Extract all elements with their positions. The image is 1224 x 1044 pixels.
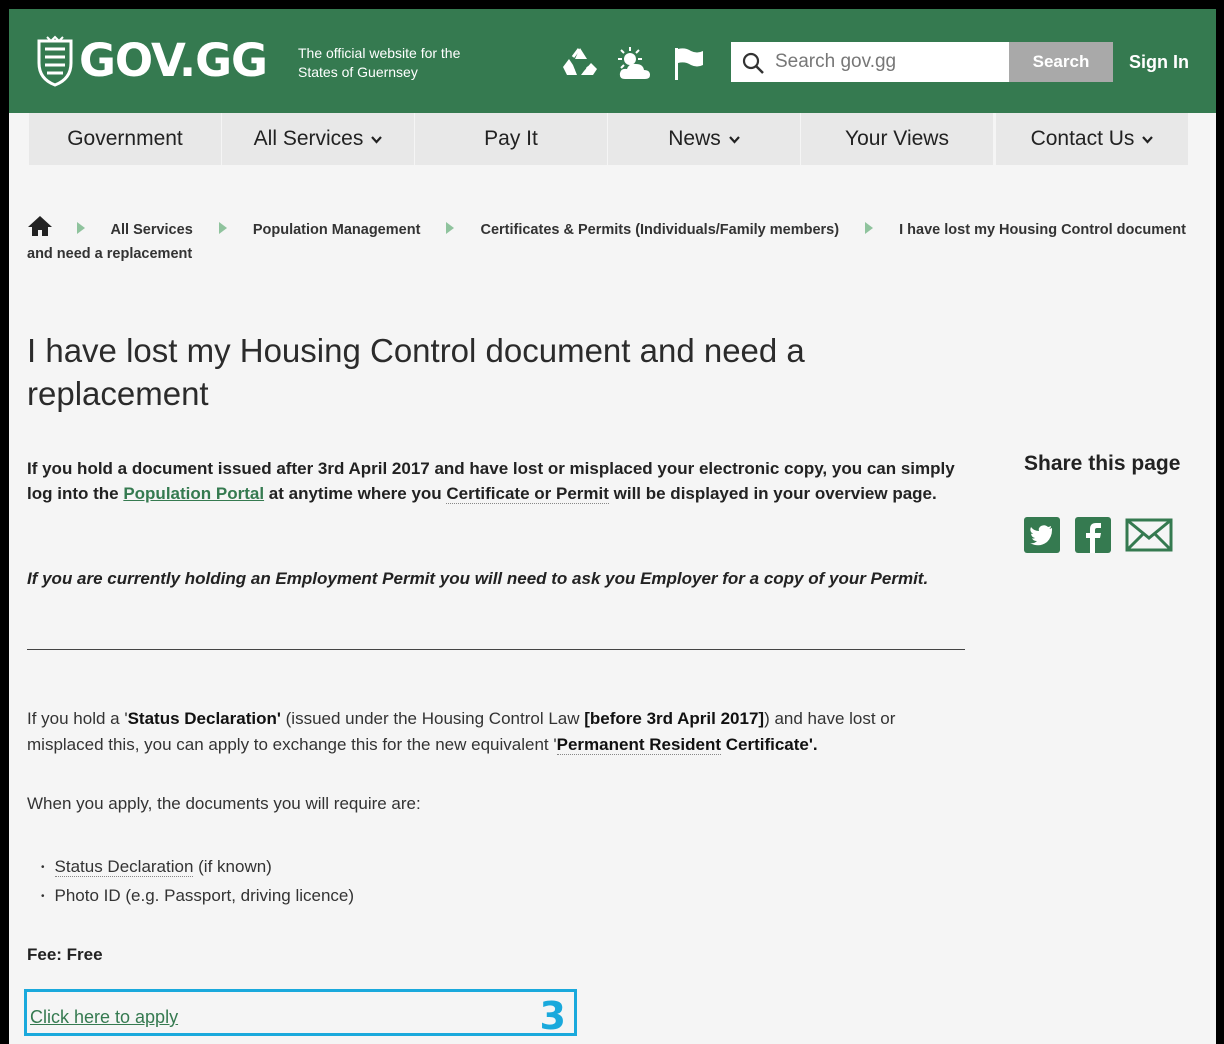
page-frame: GOV.GG The official website for the Stat…: [9, 9, 1216, 1044]
glossary-term[interactable]: Certificate or Permit: [446, 484, 609, 504]
nav-item-government[interactable]: Government: [29, 113, 221, 165]
main-nav: Government All Services Pay It News Your…: [9, 113, 1216, 165]
weather-icon[interactable]: [615, 45, 653, 81]
breadcrumb-separator: [77, 222, 86, 234]
nav-item-contact-us[interactable]: Contact Us: [996, 113, 1188, 165]
share-title: Share this page: [1024, 452, 1181, 475]
chevron-down-icon: [371, 135, 383, 144]
site-tagline: The official website for the States of G…: [298, 44, 460, 82]
status-declaration-paragraph: If you hold a 'Status Declaration' (issu…: [27, 706, 967, 758]
chevron-down-icon: [728, 135, 740, 144]
para-text: If you hold a ': [27, 709, 128, 728]
nav-label: News: [668, 127, 721, 150]
site-logo[interactable]: GOV.GG: [33, 34, 268, 87]
nav-item-news[interactable]: News: [608, 113, 800, 165]
intro-paragraph: If you hold a document issued after 3rd …: [27, 456, 967, 506]
annotation-number: 3: [539, 994, 566, 1038]
twitter-icon[interactable]: [1024, 517, 1060, 553]
para-bold: [before 3rd April 2017]: [584, 709, 765, 728]
tagline-line1: The official website for the: [298, 45, 461, 61]
chevron-down-icon: [1142, 135, 1154, 144]
glossary-term[interactable]: Status Declaration: [54, 857, 194, 877]
glossary-term[interactable]: Permanent Resident: [556, 735, 722, 755]
list-item: Photo ID (e.g. Passport, driving licence…: [27, 882, 355, 911]
list-item-text: (if known): [193, 857, 272, 876]
nav-label: Government: [67, 127, 183, 150]
fee-text: Fee: Free: [27, 945, 103, 964]
breadcrumb-separator: [446, 222, 455, 234]
breadcrumb: All Services Population Management Certi…: [27, 215, 1197, 266]
list-item-text: Photo ID (e.g. Passport, driving licence…: [54, 886, 355, 905]
nav-label: Pay It: [484, 127, 538, 150]
breadcrumb-separator: [865, 222, 874, 234]
para-bold: Certificate'.: [721, 735, 818, 754]
list-item: Status Declaration (if known): [27, 853, 354, 882]
breadcrumb-link[interactable]: Certificates & Permits (Individuals/Fami…: [480, 222, 839, 238]
tagline-line2: States of Guernsey: [298, 64, 418, 80]
flag-icon[interactable]: [669, 45, 707, 81]
nav-label: All Services: [253, 127, 364, 150]
nav-item-pay-it[interactable]: Pay It: [415, 113, 607, 165]
recycle-icon[interactable]: [561, 45, 599, 81]
guernsey-crest-icon: [37, 35, 73, 87]
documents-intro: When you apply, the documents you will r…: [27, 794, 421, 813]
search-input[interactable]: [731, 42, 1009, 82]
population-portal-link[interactable]: Population Portal: [123, 484, 264, 503]
facebook-icon[interactable]: [1075, 517, 1111, 553]
para-bold: Status Declaration': [127, 709, 281, 728]
intro-text: at anytime where you: [264, 484, 447, 503]
nav-label: Your Views: [845, 127, 949, 150]
employment-permit-note: If you are currently holding an Employme…: [27, 569, 929, 588]
email-icon[interactable]: [1125, 517, 1173, 553]
home-icon[interactable]: [27, 215, 53, 237]
logo-text: GOV.GG: [79, 34, 268, 87]
breadcrumb-link[interactable]: All Services: [111, 222, 193, 238]
documents-list: Status Declaration (if known) Photo ID (…: [27, 853, 354, 911]
breadcrumb-separator: [218, 222, 227, 234]
para-text: (issued under the Housing Control Law: [280, 709, 585, 728]
divider: [27, 649, 965, 650]
nav-item-all-services[interactable]: All Services: [222, 113, 414, 165]
search-button[interactable]: Search: [1009, 42, 1113, 82]
intro-text: will be displayed in your overview page.: [608, 484, 937, 503]
annotation-highlight-box: Click here to apply 3: [24, 989, 577, 1038]
nav-item-your-views[interactable]: Your Views: [801, 113, 993, 165]
breadcrumb-link[interactable]: Population Management: [253, 222, 421, 238]
apply-link[interactable]: Click here to apply: [30, 1007, 178, 1028]
site-header: GOV.GG The official website for the Stat…: [9, 9, 1216, 113]
page-title: I have lost my Housing Control document …: [27, 332, 805, 412]
sign-in-link[interactable]: Sign In: [1129, 52, 1189, 73]
nav-label: Contact Us: [1030, 127, 1135, 150]
